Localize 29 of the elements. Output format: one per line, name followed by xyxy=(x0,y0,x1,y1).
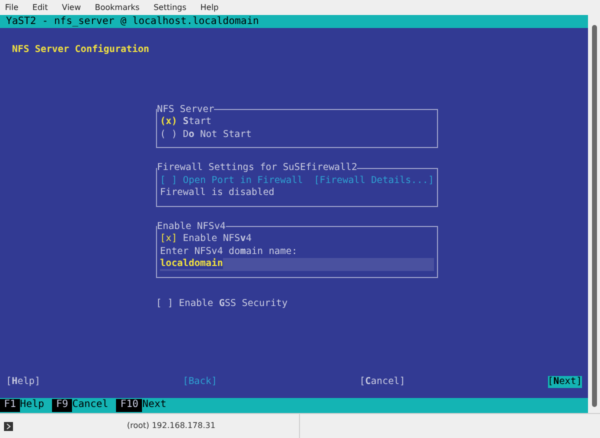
function-key-label[interactable]: Cancel xyxy=(72,399,116,412)
menu-item[interactable]: Edit xyxy=(32,2,48,14)
menu-item[interactable]: File xyxy=(5,2,18,14)
menu-item[interactable]: Settings xyxy=(154,2,186,14)
radio-option[interactable]: ( ) Do Not Start xyxy=(160,128,434,141)
group-legend: Enable NFSv4 xyxy=(157,220,226,232)
dialog-button[interactable]: [Cancel] xyxy=(359,376,406,388)
dialog-title: NFS Server Configuration xyxy=(12,44,150,55)
group-legend: Firewall Settings for SuSEfirewall2 xyxy=(157,162,358,173)
menu-item[interactable]: Bookmarks xyxy=(94,2,140,14)
group-legend: NFS Server xyxy=(157,104,214,114)
function-key: F10 xyxy=(116,399,142,412)
radio-option[interactable]: (x) Start xyxy=(160,116,434,128)
firewall-status: Firewall is disabled xyxy=(160,187,274,198)
checkbox[interactable]: [x] Enable NFSv4 xyxy=(160,233,434,246)
menu-item[interactable]: View xyxy=(62,2,81,14)
field-label: Enter NFSv4 domain name: xyxy=(160,246,298,256)
checkbox[interactable]: [ ] Enable GSS Security xyxy=(156,298,438,310)
menu-item[interactable]: Help xyxy=(200,2,219,14)
dialog-button[interactable]: [Help] xyxy=(6,376,40,388)
dialog-button[interactable]: [Next] xyxy=(548,376,582,388)
function-key: F9 xyxy=(52,399,72,412)
function-key: F1 xyxy=(0,399,20,412)
terminal-title-bar: YaST2 - nfs_server @ localhost.localdomain xyxy=(0,15,588,28)
terminal-icon xyxy=(4,422,13,430)
function-key-label[interactable]: Help xyxy=(20,399,52,412)
function-key-label[interactable]: Next xyxy=(142,399,174,412)
domain-input-field[interactable]: localdomain xyxy=(160,258,434,270)
status-text: (root) 192.168.178.31 xyxy=(127,420,216,432)
